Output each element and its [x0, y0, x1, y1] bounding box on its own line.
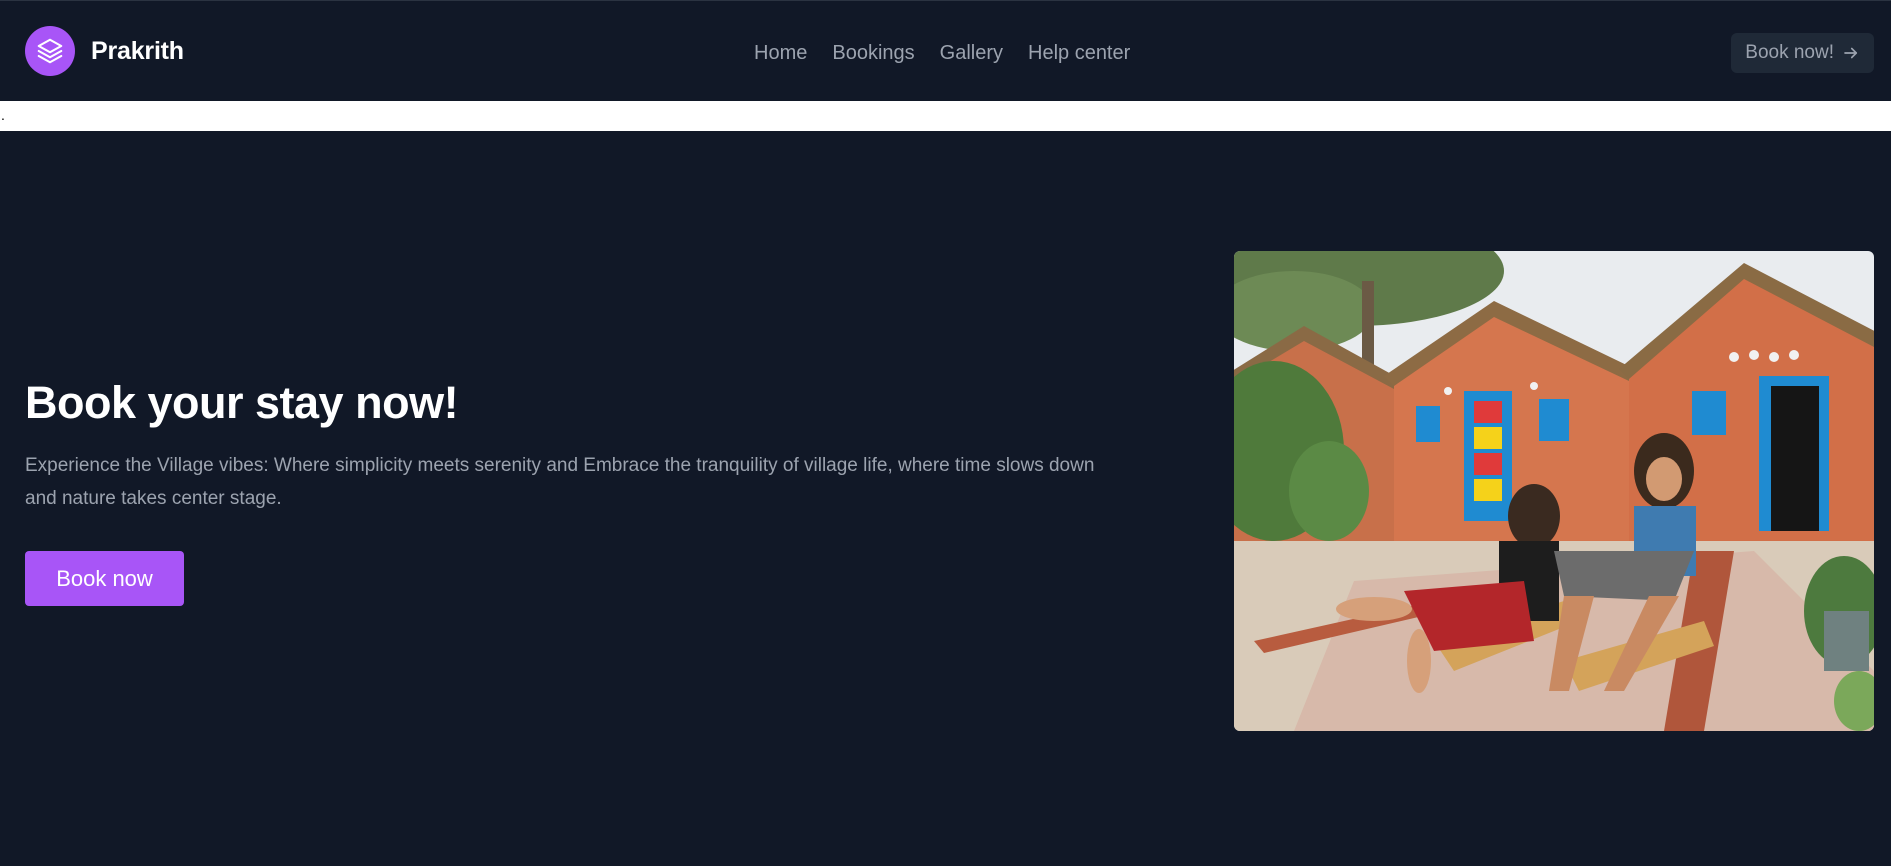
hero-description: Experience the Village vibes: Where simp…: [25, 455, 1095, 509]
village-huts-illustration: [1234, 251, 1874, 731]
main-nav: Home Bookings Gallery Help center: [754, 39, 1130, 67]
book-now-header-label: Book now!: [1745, 42, 1834, 63]
navbar: Prakrith Home Bookings Gallery Help cent…: [0, 0, 1891, 101]
hero-title: Book your stay now!: [25, 377, 459, 428]
hero-section: Book your stay now! Experience the Villa…: [0, 131, 1891, 866]
white-strip: .: [0, 101, 1891, 131]
book-now-button[interactable]: Book now: [25, 551, 184, 606]
nav-help-center[interactable]: Help center: [1028, 39, 1130, 67]
arrow-right-icon: [1844, 47, 1858, 59]
nav-gallery[interactable]: Gallery: [940, 39, 1003, 67]
brand-name: Prakrith: [91, 36, 184, 65]
hero-photo: [1234, 251, 1874, 731]
layers-icon: [37, 38, 63, 64]
nav-bookings[interactable]: Bookings: [832, 39, 914, 67]
nav-home[interactable]: Home: [754, 39, 807, 67]
strip-text: .: [1, 107, 5, 123]
book-now-header-button[interactable]: Book now!: [1731, 33, 1874, 73]
brand-link[interactable]: Prakrith: [25, 26, 184, 76]
logo: [25, 26, 75, 76]
